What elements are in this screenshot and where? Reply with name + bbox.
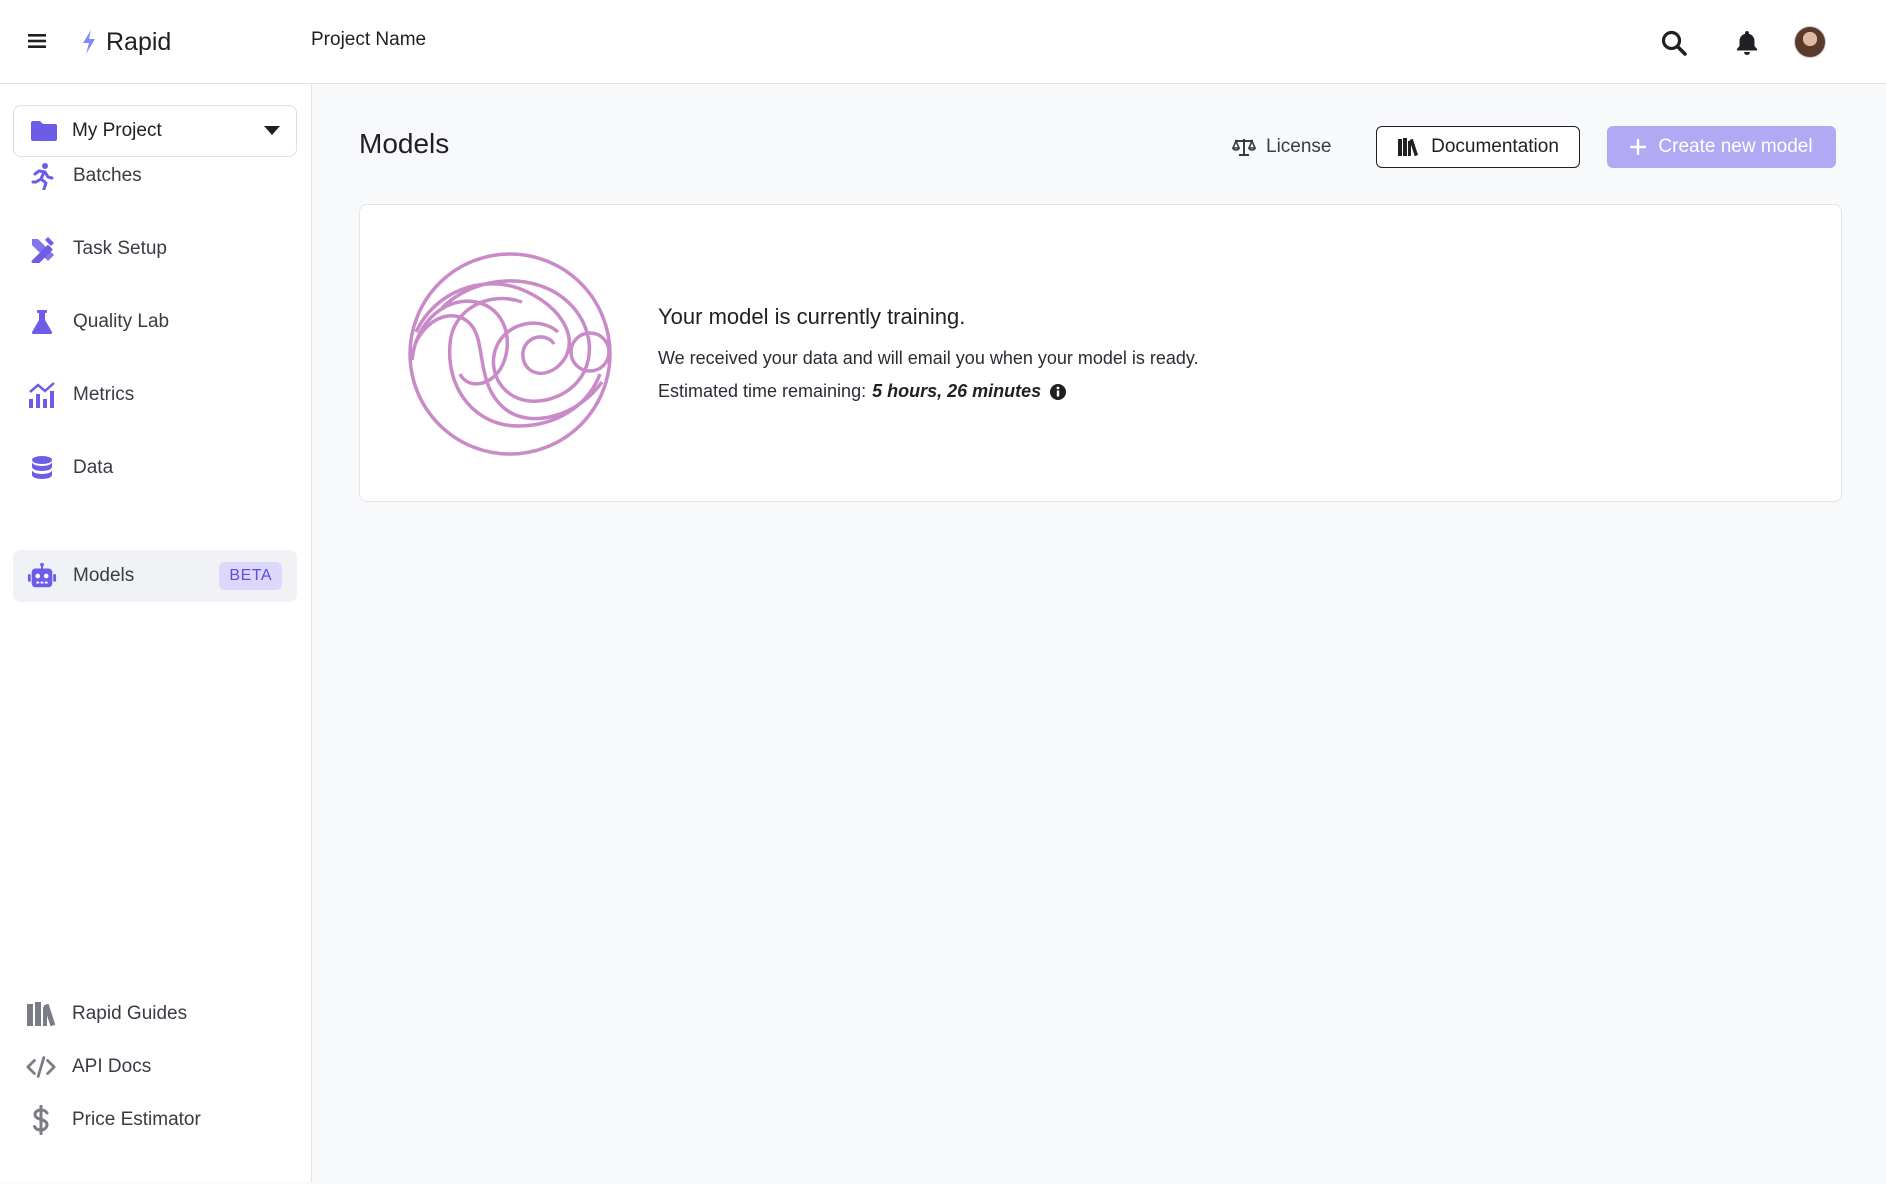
top-bar: Rapid Project Name (0, 0, 1886, 84)
pencil-ruler-icon (27, 234, 57, 264)
database-icon (27, 453, 57, 483)
plus-icon (1630, 139, 1647, 155)
sidebar-link-price-estimator[interactable]: Price Estimator (26, 1102, 201, 1138)
beta-badge: BETA (219, 562, 282, 590)
books-icon (26, 999, 56, 1029)
license-button[interactable]: License (1220, 126, 1344, 168)
sidebar-item-models[interactable]: Models BETA (13, 550, 297, 602)
sidebar-item-label: Task Setup (73, 238, 167, 259)
sidebar: My Project Batches Task Setup Quality La… (0, 84, 312, 1182)
project-select-label: My Project (72, 120, 162, 141)
create-new-model-label: Create new model (1658, 136, 1813, 157)
folder-icon (31, 121, 57, 141)
brand-logo[interactable]: Rapid (80, 24, 171, 60)
lightning-icon (83, 30, 95, 54)
sidebar-item-label: Models (73, 565, 135, 586)
project-name[interactable]: Project Name (311, 29, 426, 51)
chart-icon (27, 380, 57, 410)
sidebar-item-label: Quality Lab (73, 311, 170, 332)
page-title: Models (359, 128, 450, 159)
training-status-card: Your model is currently training. We rec… (359, 204, 1842, 502)
code-icon (26, 1052, 56, 1082)
avatar[interactable] (1794, 26, 1826, 58)
wave-logo-icon (408, 252, 612, 456)
estimated-time-row: Estimated time remaining: 5 hours, 26 mi… (658, 381, 1067, 402)
robot-icon (27, 561, 57, 591)
info-icon[interactable] (1049, 383, 1067, 401)
menu-icon[interactable] (26, 31, 50, 51)
flask-icon (27, 307, 57, 337)
sidebar-item-quality-lab[interactable]: Quality Lab (13, 296, 297, 348)
estimated-time-value: 5 hours, 26 minutes (872, 381, 1042, 401)
sidebar-link-api-docs[interactable]: API Docs (26, 1049, 151, 1085)
sidebar-link-label: API Docs (72, 1056, 152, 1077)
documentation-button[interactable]: Documentation (1376, 126, 1580, 168)
chevron-down-icon (264, 126, 280, 135)
sidebar-item-data[interactable]: Data (13, 442, 297, 494)
documentation-label: Documentation (1431, 136, 1559, 157)
sidebar-link-label: Rapid Guides (72, 1003, 188, 1024)
sidebar-item-batches[interactable]: Batches (13, 150, 297, 202)
scale-icon (1232, 138, 1256, 156)
running-person-icon (27, 161, 57, 191)
brand-name: Rapid (106, 27, 172, 56)
card-title: Your model is currently training. (658, 304, 966, 329)
sidebar-item-metrics[interactable]: Metrics (13, 369, 297, 421)
bell-icon[interactable] (1732, 28, 1762, 58)
dollar-icon (26, 1105, 56, 1135)
books-icon (1398, 138, 1419, 157)
card-message: We received your data and will email you… (658, 348, 1199, 368)
sidebar-item-label: Metrics (73, 384, 135, 405)
estimated-time-label: Estimated time remaining: (658, 381, 867, 401)
sidebar-item-label: Batches (73, 165, 142, 186)
create-new-model-button[interactable]: Create new model (1607, 126, 1836, 168)
sidebar-item-label: Data (73, 457, 114, 478)
license-label: License (1266, 136, 1332, 157)
search-icon[interactable] (1659, 28, 1689, 58)
sidebar-item-task-setup[interactable]: Task Setup (13, 223, 297, 275)
sidebar-link-label: Price Estimator (72, 1109, 201, 1130)
sidebar-link-rapid-guides[interactable]: Rapid Guides (26, 996, 187, 1032)
